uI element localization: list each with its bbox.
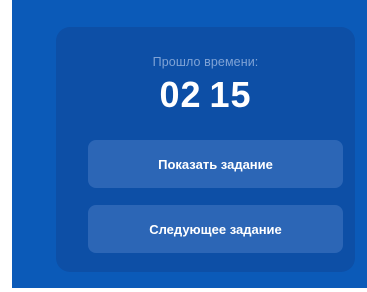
timer-seconds: 15 [209,74,252,115]
next-task-button-label: Следующее задание [149,221,282,237]
next-task-button[interactable]: Следующее задание [88,205,343,253]
timer-panel: Прошло времени: 02 15 Показать задание Сл… [56,27,355,272]
show-task-button[interactable]: Показать задание [88,140,343,188]
timer-minutes: 02 [159,74,202,115]
elapsed-time-display: 02 15 [56,73,355,117]
show-task-button-label: Показать задание [158,156,273,172]
app-background: Прошло времени: 02 15 Показать задание Сл… [12,0,367,288]
elapsed-time-label: Прошло времени: [152,55,259,69]
